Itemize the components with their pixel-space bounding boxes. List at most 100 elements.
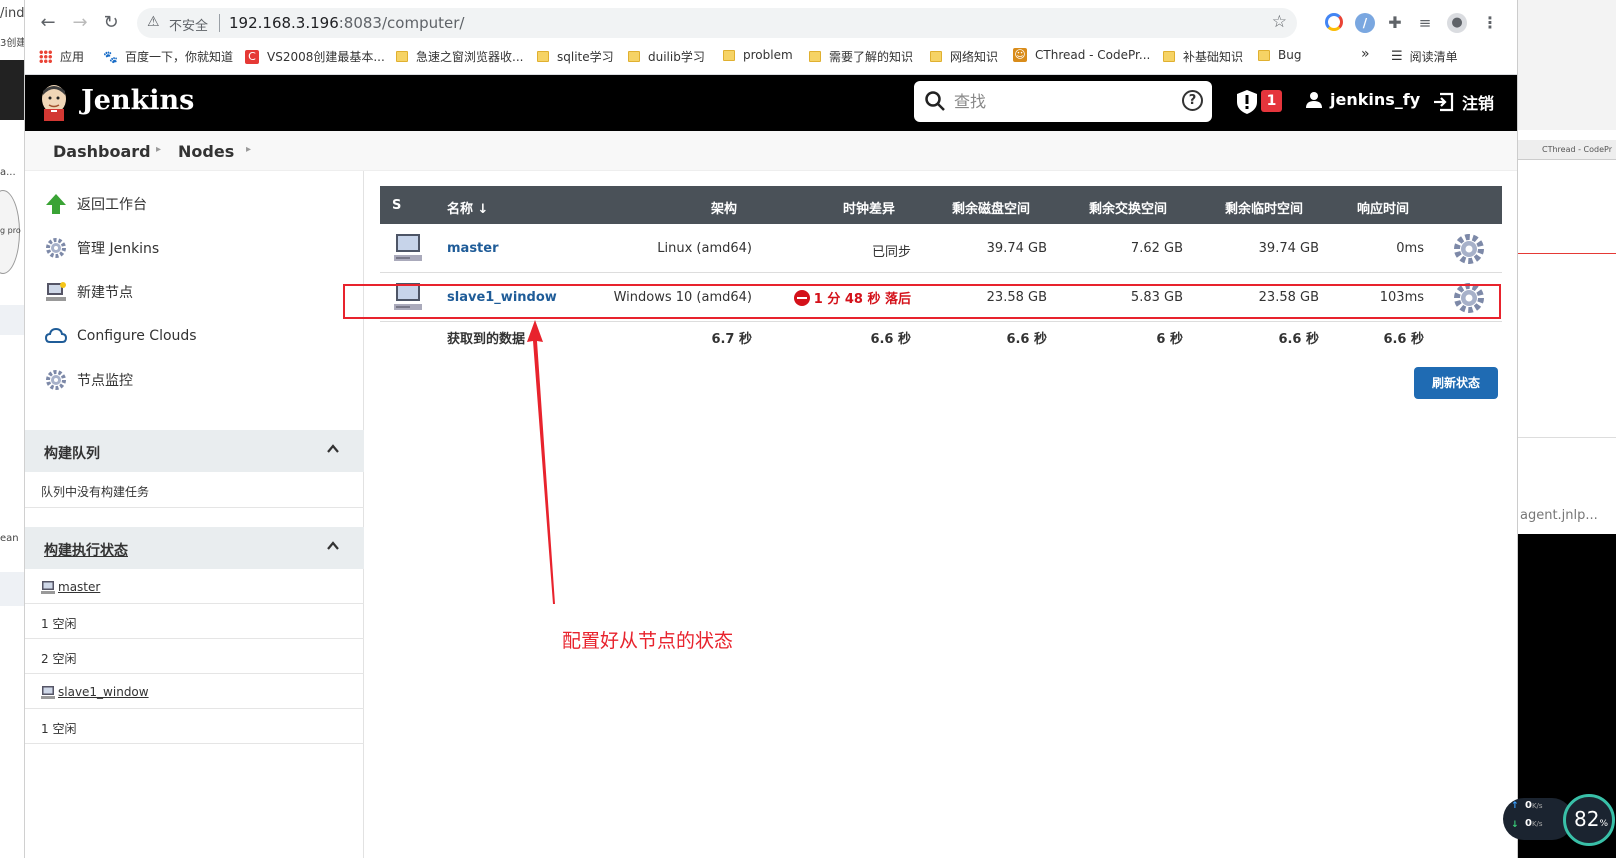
search-icon (925, 91, 945, 111)
apps-icon (39, 50, 52, 63)
chevron-right-icon[interactable]: ▸ (156, 144, 161, 155)
bookmark-star-icon[interactable]: ☆ (1272, 12, 1287, 32)
user-menu[interactable]: jenkins_fy (1305, 90, 1420, 109)
bookmark-item[interactable]: duilib学习 (628, 48, 705, 65)
node-name-link[interactable]: master (447, 241, 499, 256)
bookmark-item[interactable]: problem (723, 48, 793, 62)
gear-icon (46, 370, 66, 390)
configure-gear-icon[interactable] (1452, 232, 1486, 266)
executor-row: 1 空闲 (25, 604, 364, 639)
folder-icon (396, 51, 408, 62)
sidebar: 返回工作台 管理 Jenkins 新建节点 Configure Clouds 节… (25, 171, 364, 858)
shield-icon[interactable] (1235, 89, 1259, 115)
upload-arrow-icon: ↑ (1511, 801, 1519, 811)
baidu-icon: 🐾 (103, 49, 118, 64)
chevron-right-icon[interactable]: ▸ (246, 144, 251, 155)
search-box[interactable]: ? (914, 81, 1212, 122)
col-disk[interactable]: 剩余磁盘空间 (952, 198, 1030, 217)
task-configure-clouds[interactable]: Configure Clouds (45, 325, 197, 347)
bg-text: /ind (0, 6, 25, 21)
bookmark-item[interactable]: ☺ CThread - CodePr... (1013, 48, 1150, 62)
computer-icon (394, 234, 422, 261)
chevron-up-icon[interactable] (326, 442, 340, 456)
queue-empty-text: 队列中没有构建任务 (41, 485, 150, 499)
network-speed-widget: ↑ ↓ 0K/s 0K/s 82% (1503, 794, 1616, 858)
annotation-arrow (527, 320, 555, 604)
bookmark-item[interactable]: sqlite学习 (537, 48, 614, 65)
back-icon[interactable]: ← (37, 12, 59, 34)
folder-icon (809, 51, 821, 62)
task-new-node[interactable]: 新建节点 (45, 281, 133, 303)
bookmark-item[interactable]: Bug (1258, 48, 1301, 62)
refresh-status-button[interactable]: 刷新状态 (1414, 367, 1498, 399)
folder-icon (723, 49, 735, 61)
background-window-right: CThread - CodePr agent.jnlp... (1517, 0, 1616, 858)
task-node-monitoring[interactable]: 节点监控 (45, 369, 133, 391)
jenkins-logo-icon[interactable] (39, 83, 69, 121)
insecure-label: 不安全 (169, 19, 209, 34)
task-manage-jenkins[interactable]: 管理 Jenkins (45, 237, 159, 259)
reading-list-icon: ☰ (1391, 49, 1403, 64)
col-status[interactable]: S (392, 198, 401, 213)
site-icon: ☺ (1013, 48, 1027, 62)
logout-link[interactable]: 注销 (1432, 90, 1494, 114)
bookmark-item[interactable]: 急速之窗浏览器收... (396, 48, 523, 65)
username: jenkins_fy (1330, 90, 1421, 109)
computer-icon (46, 282, 66, 301)
security-badge[interactable]: 1 (1261, 90, 1282, 112)
task-back-to-dashboard[interactable]: 返回工作台 (45, 193, 147, 215)
menu-icon[interactable]: ⋮ (1480, 13, 1500, 33)
gear-icon (46, 238, 66, 258)
bookmark-item[interactable]: 🐾 百度一下，你就知道 (103, 48, 233, 65)
executor-master-link[interactable]: master (58, 580, 100, 594)
bookmark-item[interactable]: C VS2008创建最基本... (245, 48, 385, 65)
brand-title[interactable]: Jenkins (81, 85, 194, 116)
col-name[interactable]: 名称 ↓ (447, 198, 488, 217)
up-arrow-icon (46, 194, 66, 214)
chrome-extension-icon[interactable] (1325, 13, 1343, 31)
extension-icon[interactable]: / (1355, 13, 1375, 33)
executors-title[interactable]: 构建执行状态 (44, 540, 128, 560)
executor-computer-row[interactable]: master (25, 569, 364, 604)
bg-text: 3创建 (0, 38, 25, 49)
bookmark-item[interactable]: 网络知识 (930, 48, 998, 65)
col-clock[interactable]: 时钟差异 (843, 198, 895, 217)
chevron-up-icon[interactable] (326, 539, 340, 553)
search-input[interactable] (954, 87, 1164, 115)
warning-icon: ⚠ (147, 14, 160, 30)
browser-chrome: ← → ↻ ⚠ 不安全 192.168.3.196:8083/computer/… (25, 0, 1517, 75)
annotation-highlight-box (343, 284, 1501, 319)
forward-icon[interactable]: → (69, 12, 91, 34)
computer-icon (41, 685, 55, 699)
folder-icon (1163, 51, 1175, 62)
computer-icon (41, 580, 55, 594)
bookmark-item[interactable]: 需要了解的知识 (809, 48, 913, 65)
table-row: master Linux (amd64) 已同步 39.74 GB 7.62 G… (380, 224, 1502, 273)
reload-icon[interactable]: ↻ (100, 12, 122, 34)
jenkins-header: Jenkins ? 1 jenkins_fy 注销 (25, 75, 1517, 131)
csdn-icon: C (245, 49, 259, 64)
build-queue-title: 构建队列 (44, 446, 100, 462)
profile-icon[interactable]: ● (1447, 13, 1467, 33)
help-icon[interactable]: ? (1182, 90, 1203, 111)
col-temp[interactable]: 剩余临时空间 (1225, 198, 1303, 217)
reading-list[interactable]: ☰ 阅读清单 (1391, 48, 1458, 65)
executor-slave1-link[interactable]: slave1_window (58, 685, 149, 699)
col-swap[interactable]: 剩余交换空间 (1089, 198, 1167, 217)
bg-text: g pro (0, 226, 21, 235)
executors-header[interactable]: 构建执行状态 (25, 527, 364, 569)
media-icon[interactable]: ≡ (1415, 13, 1435, 33)
col-arch[interactable]: 架构 (711, 198, 737, 217)
breadcrumb: Dashboard ▸ Nodes ▸ (25, 131, 1517, 171)
bg-tab: CThread - CodePr (1518, 140, 1616, 160)
bookmark-item[interactable]: 补基础知识 (1163, 48, 1243, 65)
breadcrumb-dashboard[interactable]: Dashboard (53, 142, 151, 161)
address-bar[interactable]: ⚠ 不安全 192.168.3.196:8083/computer/ ☆ (137, 8, 1297, 38)
more-bookmarks-button[interactable]: » (1361, 46, 1370, 62)
col-response[interactable]: 响应时间 (1357, 198, 1409, 217)
puzzle-icon[interactable]: ✚ (1385, 13, 1405, 33)
breadcrumb-nodes[interactable]: Nodes (178, 142, 234, 161)
executor-computer-row[interactable]: slave1_window (25, 674, 364, 709)
bookmark-item[interactable]: 应用 (39, 48, 84, 65)
build-queue-header[interactable]: 构建队列 (25, 430, 364, 472)
